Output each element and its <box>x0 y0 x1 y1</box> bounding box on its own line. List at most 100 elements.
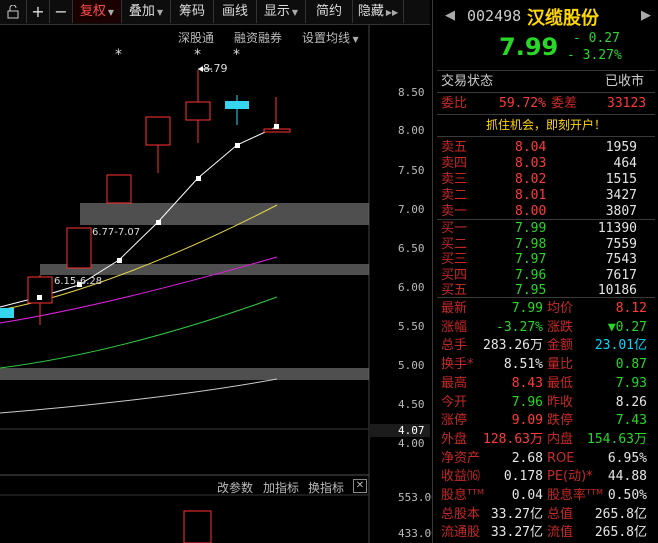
ask-label: 卖二 <box>441 188 468 203</box>
candle-6 <box>185 70 211 143</box>
plus-icon[interactable]: + <box>27 0 50 23</box>
weicha-value: 33123 <box>607 96 647 111</box>
stat-value: 265.8亿 <box>594 506 647 522</box>
bid-row[interactable]: 买五 7.95 10186 <box>433 282 658 299</box>
ask-row[interactable]: 卖三 8.02 1515 <box>433 171 658 188</box>
stock-code: 002498 <box>467 7 522 25</box>
ask-volume: 3427 <box>605 188 637 203</box>
ask-price: 8.02 <box>515 172 547 187</box>
range-label-2: 6.15-6.28 <box>54 276 103 287</box>
open-account-link[interactable]: 抓住机会，即刻开户！ <box>486 118 606 132</box>
stat-value: 7.96 <box>511 394 543 410</box>
add-indicator-link[interactable]: 加指标 <box>263 479 299 496</box>
price-tick: 5.50 <box>398 320 425 333</box>
fuquan-button[interactable]: 复权 ▼ <box>73 0 122 23</box>
bid-row[interactable]: 买一 7.99 11390 <box>433 220 658 237</box>
stat-label: 量比 <box>547 357 574 373</box>
candle-4 <box>106 174 132 204</box>
stat-value: 33.27亿 <box>490 506 543 522</box>
stat-row: 最高 8.43 最低 7.93 <box>433 375 658 392</box>
bid-price: 7.95 <box>515 283 547 298</box>
stat-label: 收益⒃ <box>441 469 481 485</box>
ask-volume: 464 <box>613 156 637 171</box>
stat-row: 股息ᵀᵀᴹ 0.04 股息率ᵀᵀᴹ 0.50% <box>433 487 658 504</box>
candle-7 <box>225 95 249 125</box>
stat-label: 昨收 <box>547 394 574 410</box>
ask-label: 卖三 <box>441 172 468 187</box>
stat-row: 净资产 2.68 ROE 6.95% <box>433 450 658 467</box>
kline-chart[interactable]: 深股通 融资融券 设置均线 ▼ * * * 8.79 6.77-7.07 6.1… <box>0 25 438 543</box>
stat-label: 总值 <box>547 506 574 522</box>
ask-label: 卖四 <box>441 156 468 171</box>
simple-button[interactable]: 简约 <box>306 0 353 23</box>
edit-params-link[interactable]: 改参数 <box>217 479 253 496</box>
close-icon[interactable]: ✕ <box>353 479 367 493</box>
ask-row[interactable]: 卖五 8.04 1959 <box>433 139 658 156</box>
stat-value: -3.27% <box>496 319 543 335</box>
stat-value: 7.99 <box>511 301 543 316</box>
ask-row[interactable]: 卖二 8.01 3427 <box>433 187 658 204</box>
current-price-tick: 4.07 <box>398 424 425 437</box>
weibi-label: 委比 <box>441 96 468 111</box>
stat-label: 最高 <box>441 375 468 391</box>
stat-label: 最新 <box>441 301 468 316</box>
draw-line-button[interactable]: 画线 <box>214 0 257 23</box>
trade-status-label: 交易状态 <box>441 74 494 89</box>
bid-volume: 7559 <box>605 236 637 252</box>
overlay-button[interactable]: 叠加 ▼ <box>122 0 171 23</box>
svg-text:*: * <box>115 47 122 63</box>
candle-3 <box>66 227 92 269</box>
bid-label: 买三 <box>441 252 468 267</box>
ask-row[interactable]: 卖四 8.03 464 <box>433 155 658 172</box>
stat-label: 总手 <box>441 338 468 354</box>
stat-value: 33.27亿 <box>490 525 543 541</box>
stat-label: 涨幅 <box>441 319 468 335</box>
minus-icon[interactable]: − <box>50 0 73 23</box>
bid-volume: 11390 <box>597 221 637 236</box>
chip-band-1 <box>80 203 369 225</box>
weicha-label: 委差 <box>551 96 578 111</box>
stat-value: 7.93 <box>615 375 647 391</box>
bid-label: 买一 <box>441 221 468 236</box>
range-label-1: 6.77-7.07 <box>92 227 141 238</box>
stat-row: 外盘 128.63万 内盘 154.63万 <box>433 431 658 448</box>
switch-indicator-link[interactable]: 换指标 <box>308 479 344 496</box>
svg-text:*: * <box>194 47 201 63</box>
stat-value: 128.63万 <box>483 431 543 447</box>
stat-label: PE(动)* <box>547 469 593 485</box>
bid-row[interactable]: 买四 7.96 7617 <box>433 267 658 284</box>
ask-price: 8.00 <box>515 204 547 219</box>
stat-value: 8.43 <box>511 375 543 391</box>
unlock-icon[interactable] <box>0 0 27 23</box>
stat-value: 2.68 <box>511 450 543 466</box>
display-button[interactable]: 显示 ▼ <box>257 0 306 23</box>
chips-button[interactable]: 筹码 <box>171 0 214 23</box>
svg-text:*: * <box>233 47 240 63</box>
stat-row: 换手* 8.51% 量比 0.87 <box>433 356 658 373</box>
stat-value: 0.50% <box>607 488 647 503</box>
stat-label: 外盘 <box>441 431 468 447</box>
chart-toolbar: + − 复权 ▼ 叠加 ▼ 筹码 画线 显示 ▼ 简约 隐藏 ▶▶ <box>0 0 430 25</box>
stat-label: 涨跌 <box>547 319 574 335</box>
ask-row[interactable]: 卖一 8.00 3807 <box>433 203 658 220</box>
stat-row: 总手 283.26万 金额 23.01亿 <box>433 337 658 354</box>
stat-value: 0.178 <box>503 469 543 485</box>
price-tick: 8.00 <box>398 124 425 137</box>
next-stock-icon[interactable]: ▶ <box>641 8 651 23</box>
prev-stock-icon[interactable]: ◀ <box>445 8 455 23</box>
price-tick: 8.50 <box>398 86 425 99</box>
ask-volume: 1959 <box>605 140 637 155</box>
quote-panel: ◀ 002498 汉缆股份 ▶ 7.99 - 0.27 - 3.27% 交易状态… <box>432 0 658 543</box>
stat-label: 总股本 <box>441 506 481 522</box>
price-tick: 4.00 <box>398 437 425 450</box>
stat-value: 154.63万 <box>587 431 647 447</box>
bid-row[interactable]: 买二 7.98 7559 <box>433 236 658 253</box>
price-tick: 7.00 <box>398 203 425 216</box>
price-tick: 7.50 <box>398 164 425 177</box>
stat-label: 换手* <box>441 357 474 373</box>
stat-value: 265.8亿 <box>594 525 647 541</box>
hide-button[interactable]: 隐藏 ▶▶ <box>353 0 404 23</box>
bid-price: 7.96 <box>515 267 547 283</box>
bid-row[interactable]: 买三 7.97 7543 <box>433 251 658 268</box>
last-price: 7.99 <box>499 33 559 61</box>
